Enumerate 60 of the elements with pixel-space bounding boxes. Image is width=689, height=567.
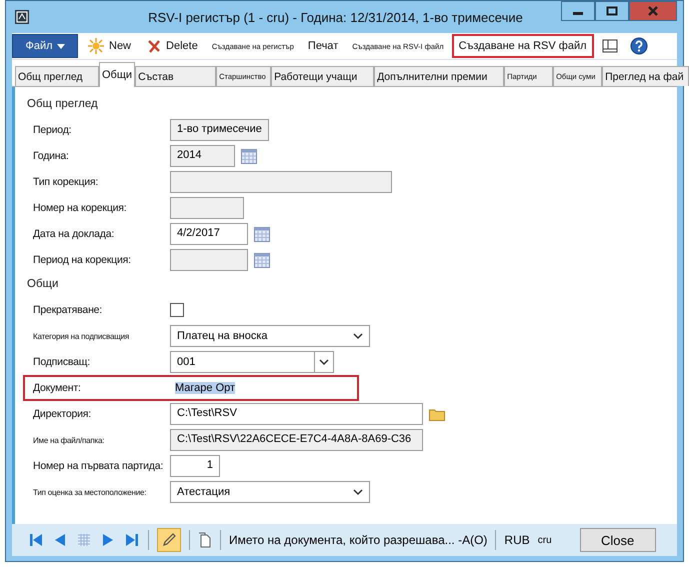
tab[interactable]: Общ преглед	[15, 66, 99, 86]
chevron-down-icon	[353, 332, 363, 340]
app-icon	[14, 9, 30, 25]
window-close-button[interactable]	[629, 1, 677, 21]
field-label: Директория:	[33, 408, 92, 420]
dropdown-field[interactable]: Атестация	[170, 481, 370, 503]
first-record-icon[interactable]	[28, 532, 44, 548]
checkbox[interactable]	[170, 303, 184, 317]
input-field[interactable]: C:\Test\RSV	[170, 403, 423, 425]
pencil-icon	[161, 532, 177, 548]
toolbar-button[interactable]: Печат	[302, 34, 344, 58]
field-label: Документ:	[33, 382, 82, 394]
window-title: RSV-I регистър (1 - cru) - Година: 12/31/2014, 1-во тримесечие	[147, 10, 524, 24]
close-icon	[647, 6, 659, 16]
field-label: Подписващ:	[33, 356, 91, 368]
input-field[interactable]: 1	[170, 455, 220, 477]
field-label: Категория на подписващия	[33, 332, 130, 340]
caret-icon	[56, 44, 65, 48]
attachment-icon[interactable]	[198, 532, 212, 548]
input-field[interactable]: 4/2/2017	[170, 223, 248, 245]
delete-button[interactable]: Delete	[141, 34, 204, 58]
field-label: Година:	[33, 150, 70, 162]
new-button[interactable]: New	[82, 34, 138, 58]
tab[interactable]: Общи	[99, 62, 136, 87]
field-label: Номер на корекция:	[33, 202, 128, 214]
folder-icon[interactable]	[429, 408, 445, 420]
file-menu-button[interactable]: Файл	[12, 34, 78, 58]
field-label: Прекратяване:	[33, 304, 104, 316]
chevron-down-icon	[353, 488, 363, 496]
sun-icon	[88, 38, 104, 54]
status-message: Името на документа, който разрешава... -A(O)	[229, 533, 488, 547]
field-label: Период на корекция:	[33, 254, 132, 266]
chevron-down-icon	[319, 358, 329, 366]
dropdown-field[interactable]: Платец на вноска	[170, 325, 370, 347]
currency-label: RUB	[504, 533, 530, 547]
field-label: Тип корекция:	[33, 176, 100, 188]
tab[interactable]: Допълнителни премии	[374, 66, 504, 86]
field-label: Номер на първата партида:	[33, 460, 164, 472]
tab[interactable]: Работещи учащи	[271, 66, 374, 86]
edit-button[interactable]	[157, 528, 181, 552]
maximize-button[interactable]	[595, 1, 629, 21]
field-label: Име на файл/папка:	[33, 436, 106, 444]
minimize-button[interactable]	[561, 1, 595, 21]
combo-field[interactable]: 001	[170, 351, 334, 373]
company-label: cru	[538, 534, 552, 546]
maximize-icon	[606, 6, 618, 16]
toolbar-button[interactable]: Създаване на RSV файл	[452, 34, 594, 58]
close-button[interactable]: Close	[580, 528, 656, 552]
calendar-icon[interactable]	[254, 226, 270, 242]
section-heading: Общ преглед	[27, 97, 99, 112]
last-record-icon[interactable]	[124, 532, 140, 548]
cross-icon	[147, 39, 162, 53]
field-label: Тип оценка за местоположение:	[33, 488, 148, 496]
tab[interactable]: Преглед на фай	[602, 66, 689, 86]
section-heading: Общи	[27, 277, 60, 292]
tab[interactable]: Състав	[135, 66, 216, 86]
panel-icon[interactable]	[602, 39, 618, 53]
field-label: Период:	[33, 124, 72, 136]
help-icon[interactable]	[630, 37, 648, 55]
field-label: Дата на доклада:	[33, 228, 116, 240]
